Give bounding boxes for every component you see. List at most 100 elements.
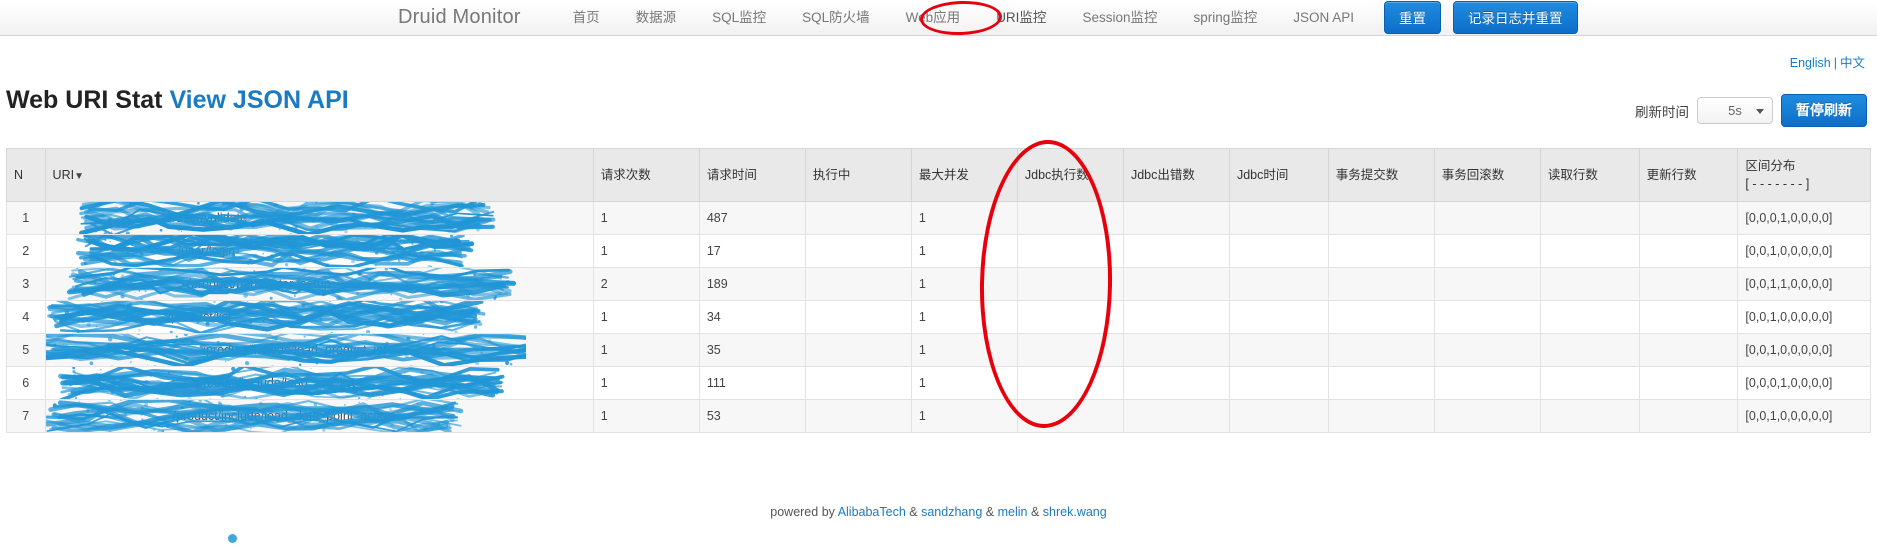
cell-distribution: [0,0,0,1,0,0,0,0] xyxy=(1737,201,1871,236)
nav-link-sql-firewall[interactable]: SQL防火墙 xyxy=(784,0,888,36)
table-header-row: N URI▼ 请求次数 请求时间 执行中 最大并发 Jdbc执行数 Jdbc出错… xyxy=(6,147,1871,203)
redaction-mark-dot xyxy=(228,534,237,543)
cell-uri[interactable]: /product/include/load_pro_list xyxy=(45,366,594,401)
cell-jdbc-error xyxy=(1123,267,1230,302)
header-request-time[interactable]: 请求时间 xyxy=(699,147,806,203)
header-jdbc-exec[interactable]: Jdbc执行数 xyxy=(1017,147,1124,203)
cell-tx-commit xyxy=(1328,234,1435,269)
uri-redaction-scribble xyxy=(78,202,495,234)
header-request-count[interactable]: 请求次数 xyxy=(593,147,700,203)
cell-jdbc-time xyxy=(1229,234,1329,269)
brand-logo[interactable]: Druid Monitor xyxy=(398,6,555,29)
cell-read-rows xyxy=(1540,366,1640,401)
cell-jdbc-error xyxy=(1123,234,1230,269)
cell-uri-text: /product/parameter_setup xyxy=(187,277,331,292)
nav-link-datasource[interactable]: 数据源 xyxy=(618,0,695,36)
cell-update-rows xyxy=(1639,267,1739,302)
cell-running xyxy=(805,366,912,401)
cell-read-rows xyxy=(1540,399,1640,434)
footer-link-sandzhang[interactable]: sandzhang xyxy=(921,505,982,519)
cell-running xyxy=(805,333,912,368)
cell-running xyxy=(805,399,912,434)
refresh-controls: 刷新时间 5s 暂停刷新 xyxy=(1635,94,1867,127)
cell-row-number: 3 xyxy=(6,267,46,302)
header-n[interactable]: N xyxy=(6,147,46,203)
header-max-concurrent[interactable]: 最大并发 xyxy=(911,147,1018,203)
pause-refresh-button[interactable]: 暂停刷新 xyxy=(1781,94,1867,127)
reset-button[interactable]: 重置 xyxy=(1384,1,1442,34)
cell-jdbc-exec xyxy=(1017,201,1124,236)
language-link-english[interactable]: English xyxy=(1790,56,1831,70)
cell-jdbc-time xyxy=(1229,300,1329,335)
header-update-rows[interactable]: 更新行数 xyxy=(1639,147,1739,203)
cell-request-count: 2 xyxy=(593,267,700,302)
cell-request-count: 1 xyxy=(593,399,700,434)
cell-row-number: 4 xyxy=(6,300,46,335)
footer-amp-3: & xyxy=(1030,505,1040,519)
cell-distribution: [0,0,1,0,0,0,0,0] xyxy=(1737,300,1871,335)
uri-redaction-scribble xyxy=(46,301,485,333)
header-tx-rollback[interactable]: 事务回滚数 xyxy=(1434,147,1541,203)
cell-running xyxy=(805,201,912,236)
cell-distribution: [0,0,0,1,0,0,0,0] xyxy=(1737,366,1871,401)
header-distribution-line1: 区间分布 xyxy=(1745,159,1796,173)
cell-jdbc-exec xyxy=(1017,267,1124,302)
cell-update-rows xyxy=(1639,399,1739,434)
header-read-rows[interactable]: 读取行数 xyxy=(1540,147,1640,203)
header-tx-commit[interactable]: 事务提交数 xyxy=(1328,147,1435,203)
cell-request-time: 34 xyxy=(699,300,806,335)
nav-link-uri-monitor[interactable]: URI监控 xyxy=(978,0,1064,36)
cell-uri[interactable]: /user/validate xyxy=(45,201,594,236)
table-row: 3/product/parameter_setup 2 189 1 [0,0,1,1,0… xyxy=(6,267,1871,302)
view-json-api-link[interactable]: View JSON API xyxy=(169,86,348,114)
cell-uri[interactable]: /product/list xyxy=(45,300,594,335)
cell-uri[interactable]: /product/include/load_product_info xyxy=(45,333,594,368)
cell-tx-rollback xyxy=(1434,399,1541,434)
cell-uri[interactable]: /product/include/load_data_point_action xyxy=(45,399,594,434)
cell-jdbc-time xyxy=(1229,267,1329,302)
header-uri[interactable]: URI▼ xyxy=(45,147,594,203)
log-and-reset-button[interactable]: 记录日志并重置 xyxy=(1453,1,1578,34)
cell-distribution: [0,0,1,0,0,0,0,0] xyxy=(1737,399,1871,434)
nav-link-web-app[interactable]: Web应用 xyxy=(888,0,979,36)
cell-uri-text: /user/validate xyxy=(172,211,247,226)
cell-running xyxy=(805,300,912,335)
header-jdbc-time[interactable]: Jdbc时间 xyxy=(1229,147,1329,203)
cell-request-time: 487 xyxy=(699,201,806,236)
cell-update-rows xyxy=(1639,366,1739,401)
cell-request-count: 1 xyxy=(593,300,700,335)
header-uri-label: URI xyxy=(52,167,75,182)
footer-link-melin[interactable]: melin xyxy=(998,505,1028,519)
header-running[interactable]: 执行中 xyxy=(805,147,912,203)
chevron-down-icon xyxy=(1756,108,1764,114)
footer-link-shrekwang[interactable]: shrek.wang xyxy=(1043,505,1107,519)
header-jdbc-error[interactable]: Jdbc出错数 xyxy=(1123,147,1230,203)
cell-jdbc-time xyxy=(1229,201,1329,236)
cell-max-concurrent: 1 xyxy=(911,333,1018,368)
nav-link-json-api[interactable]: JSON API xyxy=(1275,0,1372,36)
cell-uri-text: /user/login xyxy=(177,244,236,259)
table-row: 6/product/include/load_pro_list 1 111 1 [0,0… xyxy=(6,366,1871,401)
cell-jdbc-error xyxy=(1123,333,1230,368)
cell-uri[interactable]: /product/parameter_setup xyxy=(45,267,594,302)
cell-distribution: [0,0,1,0,0,0,0,0] xyxy=(1737,234,1871,269)
header-distribution-line2: [ - - - - - - - ] xyxy=(1745,177,1810,192)
nav-link-sql-monitor[interactable]: SQL监控 xyxy=(694,0,784,36)
nav-link-home[interactable]: 首页 xyxy=(555,0,618,36)
footer-link-alibabatech[interactable]: AlibabaTech xyxy=(838,505,906,519)
table-row: 4/product/list 1 34 1 [0,0,1,0,0,0,0,0] xyxy=(6,300,1871,335)
language-link-chinese[interactable]: 中文 xyxy=(1840,56,1865,70)
cell-update-rows xyxy=(1639,300,1739,335)
cell-row-number: 7 xyxy=(6,399,46,434)
cell-uri[interactable]: /user/login xyxy=(45,234,594,269)
cell-tx-rollback xyxy=(1434,333,1541,368)
cell-jdbc-error xyxy=(1123,399,1230,434)
nav-link-session-monitor[interactable]: Session监控 xyxy=(1064,0,1175,36)
nav-link-spring-monitor[interactable]: spring监控 xyxy=(1175,0,1275,36)
header-distribution[interactable]: 区间分布 [ - - - - - - - ] xyxy=(1737,147,1871,203)
language-switcher: English | 中文 xyxy=(1790,52,1865,71)
footer-amp-2: & xyxy=(985,505,995,519)
cell-max-concurrent: 1 xyxy=(911,234,1018,269)
refresh-interval-select[interactable]: 5s xyxy=(1697,97,1773,124)
cell-tx-commit xyxy=(1328,201,1435,236)
